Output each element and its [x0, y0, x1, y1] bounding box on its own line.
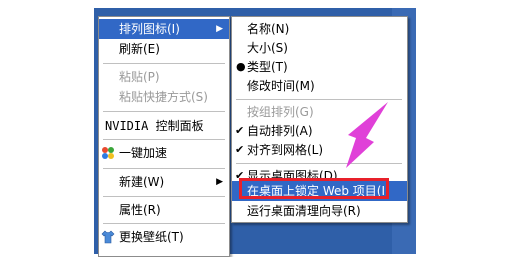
submenu-item-name[interactable]: 名称(N)	[232, 19, 407, 39]
menu-item-label: 粘贴快捷方式(S)	[119, 90, 208, 104]
screenshot-frame: 排列图标(I) ▶ 刷新(E) 粘贴(P) 粘贴快捷方式(S) NVIDIA 控…	[0, 0, 506, 257]
menu-item-label: 一键加速	[119, 146, 168, 160]
menu-item-label: 自动排列(A)	[247, 124, 313, 138]
menu-item-label: 大小(S)	[247, 41, 288, 55]
menu-item-paste[interactable]: 粘贴(P)	[99, 67, 229, 87]
menu-item-label: 属性(R)	[119, 203, 161, 217]
menu-item-change-wallpaper[interactable]: 更换壁纸(T)	[99, 227, 229, 247]
menu-item-label: 排列图标(I)	[119, 22, 180, 36]
submenu-item-type[interactable]: ● 类型(T)	[232, 57, 407, 77]
menu-item-label: 按组排列(G)	[247, 105, 314, 119]
submenu-arrow-icon: ▶	[216, 177, 223, 187]
menu-separator	[103, 223, 225, 224]
menu-item-label: 修改时间(M)	[247, 79, 315, 93]
menu-item-label: 粘贴(P)	[119, 70, 160, 84]
shirt-icon	[101, 230, 115, 244]
menu-item-paste-shortcut[interactable]: 粘贴快捷方式(S)	[99, 87, 229, 107]
highlight-box-annotation	[239, 178, 389, 199]
menu-separator	[103, 111, 225, 112]
pointer-arrow-annotation	[346, 102, 388, 168]
menu-item-label: 名称(N)	[247, 22, 290, 36]
menu-item-label: 运行桌面清理向导(R)	[247, 204, 361, 218]
menu-item-new[interactable]: 新建(W) ▶	[99, 172, 229, 192]
bullet-icon: ●	[236, 60, 246, 73]
submenu-arrow-icon: ▶	[216, 24, 223, 34]
menu-item-label: 新建(W)	[119, 175, 165, 189]
menu-item-label: 刷新(E)	[119, 42, 160, 56]
checkmark-icon: ✔	[235, 143, 245, 156]
desktop-context-menu: 排列图标(I) ▶ 刷新(E) 粘贴(P) 粘贴快捷方式(S) NVIDIA 控…	[98, 16, 230, 257]
menu-item-label: 更换壁纸(T)	[119, 230, 184, 244]
menu-item-label: NVIDIA 控制面板	[105, 119, 204, 133]
submenu-item-size[interactable]: 大小(S)	[232, 38, 407, 58]
checkmark-icon: ✔	[235, 124, 245, 137]
menu-separator	[103, 168, 225, 169]
menu-item-label: 类型(T)	[247, 60, 288, 74]
submenu-item-modified-time[interactable]: 修改时间(M)	[232, 76, 407, 96]
menu-item-refresh[interactable]: 刷新(E)	[99, 39, 229, 59]
submenu-item-cleanup-wizard[interactable]: 运行桌面清理向导(R)	[232, 201, 407, 221]
menu-separator	[103, 63, 225, 64]
menu-item-one-click-speedup[interactable]: 一键加速	[99, 143, 229, 163]
menu-item-properties[interactable]: 属性(R)	[99, 200, 229, 220]
speedup-icon	[102, 147, 114, 159]
menu-item-nvidia-control-panel[interactable]: NVIDIA 控制面板	[99, 116, 229, 136]
menu-separator	[103, 196, 225, 197]
menu-separator	[103, 139, 225, 140]
menu-item-arrange-icons[interactable]: 排列图标(I) ▶	[99, 19, 229, 39]
menu-item-label: 对齐到网格(L)	[247, 143, 324, 157]
